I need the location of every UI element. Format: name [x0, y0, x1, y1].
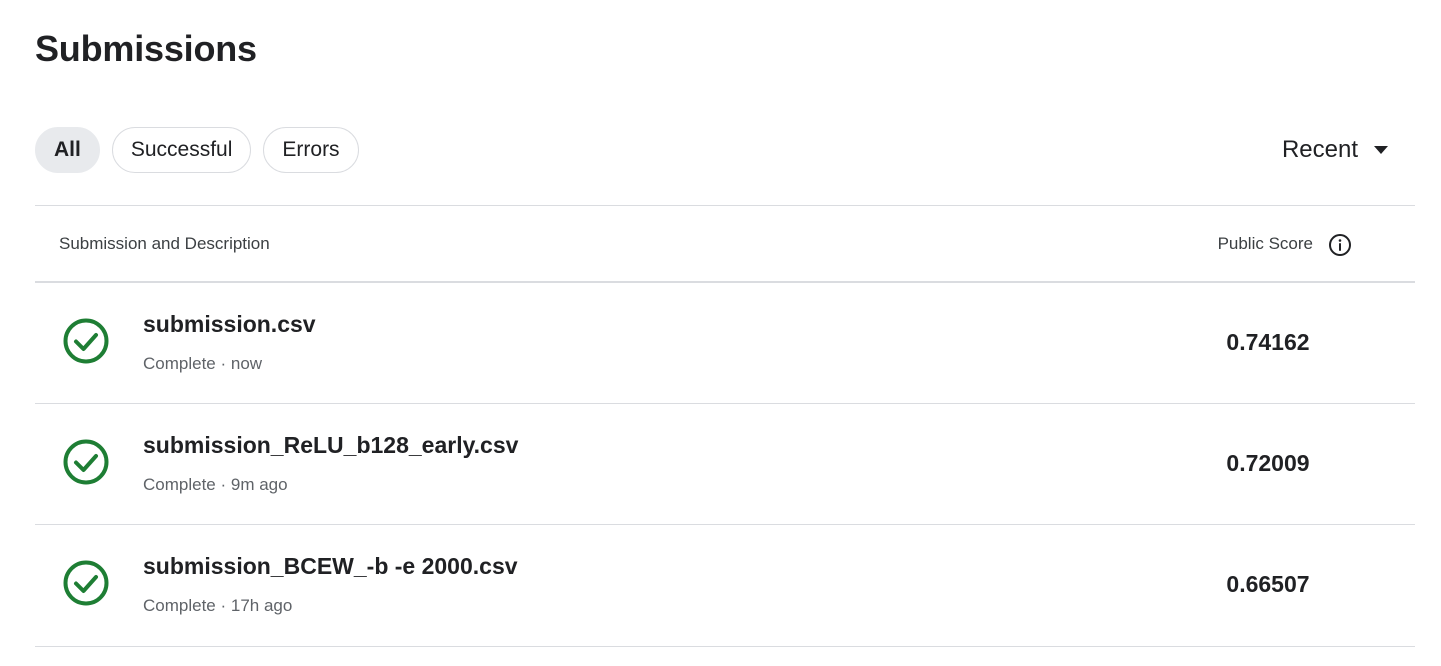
filter-errors-chip[interactable]: Errors [263, 127, 359, 173]
public-score-value: 0.74162 [1226, 329, 1310, 355]
filter-successful-chip[interactable]: Successful [111, 127, 252, 173]
submissions-table: Submission and Description Public Score … [35, 205, 1415, 647]
submission-file-name[interactable]: submission_BCEW_-b -e 2000.csv [143, 553, 518, 580]
check-circle-icon [63, 560, 109, 606]
submission-status-meta: Complete · 9m ago [143, 475, 288, 494]
column-header-description: Submission and Description [59, 234, 270, 253]
public-score-value: 0.66507 [1226, 571, 1310, 597]
check-circle-icon [63, 439, 109, 485]
filter-chips: All Successful Errors [35, 127, 359, 173]
table-row[interactable]: submission_ReLU_b128_early.csv Complete … [35, 404, 1415, 525]
page-title: Submissions [35, 28, 257, 69]
info-icon[interactable] [1328, 233, 1352, 257]
filter-all-chip[interactable]: All [35, 127, 100, 173]
sort-label: Recent [1281, 136, 1358, 163]
column-header-public-score: Public Score [1217, 234, 1313, 253]
check-circle-icon [63, 318, 109, 364]
table-header: Submission and Description Public Score [35, 205, 1415, 283]
submission-file-name[interactable]: submission_ReLU_b128_early.csv [143, 432, 518, 459]
table-row[interactable]: submission.csv Complete · now 0.74162 [35, 283, 1415, 404]
submission-status-meta: Complete · now [143, 354, 263, 373]
submission-status-meta: Complete · 17h ago [143, 596, 293, 615]
caret-down-icon [1374, 146, 1388, 154]
public-score-value: 0.72009 [1226, 450, 1310, 476]
table-row[interactable]: submission_BCEW_-b -e 2000.csv Complete … [35, 525, 1415, 647]
submission-file-name[interactable]: submission.csv [143, 311, 316, 338]
sort-dropdown[interactable]: Recent [1282, 127, 1388, 173]
